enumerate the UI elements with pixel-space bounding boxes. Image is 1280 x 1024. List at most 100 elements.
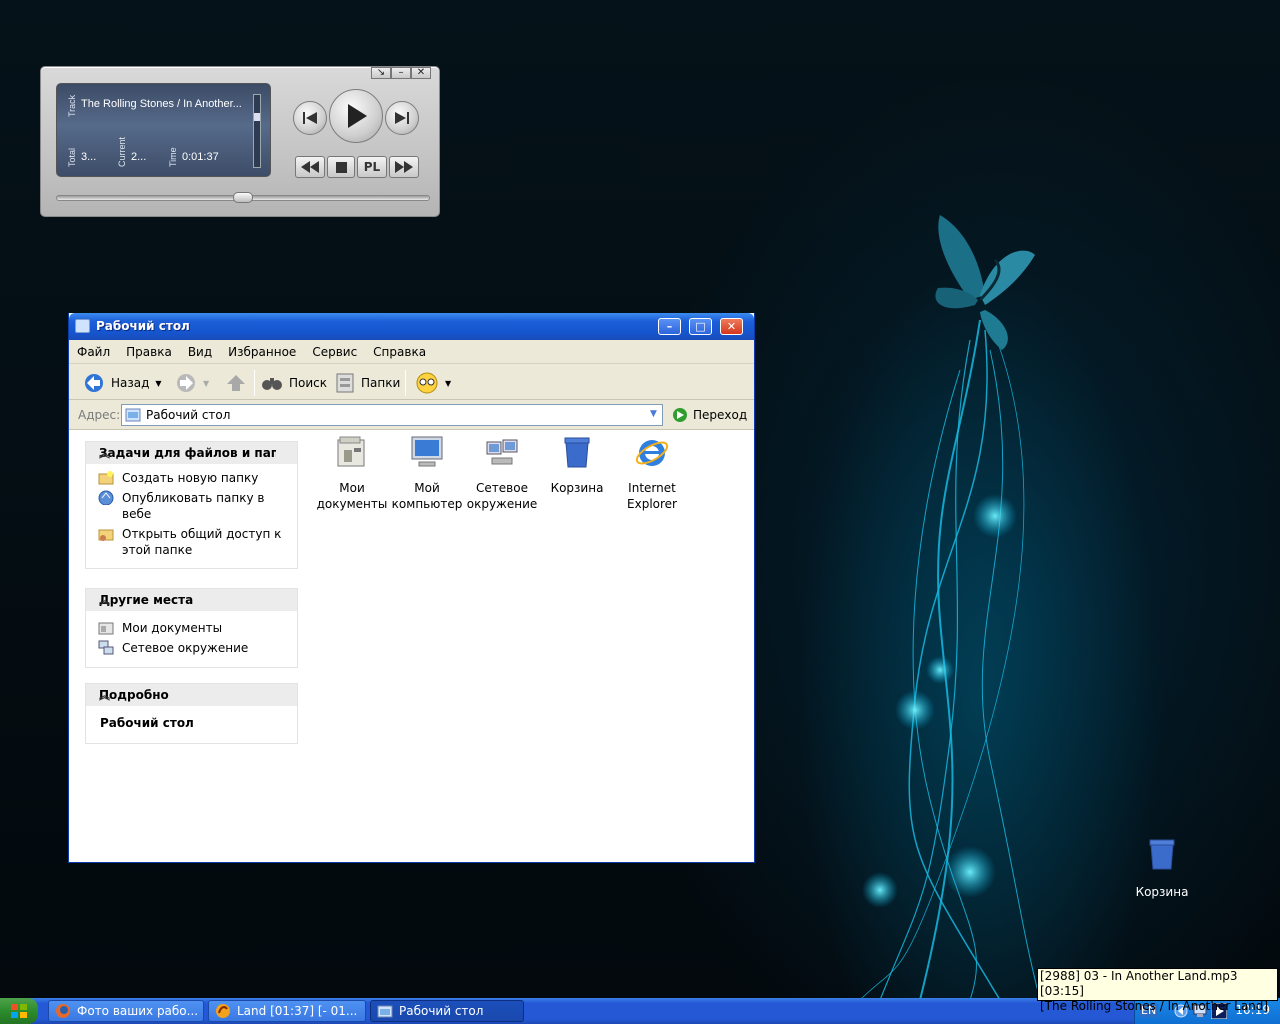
windows-logo-icon [11, 1004, 27, 1018]
volume-bar[interactable] [253, 94, 261, 168]
task-new-folder[interactable]: Создать новую папку [86, 470, 297, 486]
previous-button[interactable] [293, 101, 327, 135]
address-label: Адрес: [78, 408, 121, 422]
tooltip-line-2: [The Rolling Stones / In Another Land] [1040, 999, 1269, 1013]
file-tasks-group: Задачи для файлов и папок ︽ Создать нову… [85, 441, 298, 569]
go-button[interactable]: Переход [672, 407, 747, 423]
seek-bar[interactable] [56, 192, 430, 203]
binoculars-icon [262, 378, 282, 390]
track-label: Track [67, 94, 77, 117]
taskbar-item-firefox[interactable]: Фото ваших рабо... [48, 1000, 204, 1022]
my-documents-small-icon [98, 622, 114, 635]
new-folder-icon [98, 471, 114, 485]
file-recycle-bin[interactable]: Корзина [537, 434, 617, 496]
share-folder-icon [98, 529, 114, 541]
start-button[interactable] [0, 998, 38, 1024]
up-button[interactable] [225, 372, 247, 394]
file-label: Сетевое окружение [466, 481, 538, 511]
stop-icon [335, 161, 347, 173]
minimize-player-button[interactable]: – [391, 67, 411, 79]
file-internet-explorer[interactable]: Internet Explorer [612, 434, 692, 512]
menu-edit[interactable]: Правка [126, 345, 172, 359]
task-label: Создать новую папку [122, 471, 259, 485]
file-view: Мои документы Мой компьютер Сетевое окру… [309, 430, 754, 862]
my-documents-icon [337, 436, 365, 467]
desktop-folder-icon [125, 408, 141, 422]
maximize-button[interactable]: □ [689, 318, 712, 335]
toolbar-separator [254, 370, 255, 396]
address-field[interactable]: Рабочий стол ▼ [121, 404, 663, 426]
collapse-chevron-icon[interactable]: ︽ [99, 592, 276, 608]
collapse-chevron-icon[interactable]: ︽ [99, 445, 276, 461]
mini-mode-button[interactable]: ↘ [371, 67, 391, 79]
menu-favorites[interactable]: Избранное [228, 345, 296, 359]
file-network[interactable]: Сетевое окружение [462, 434, 542, 512]
play-icon [348, 104, 367, 128]
title-bar[interactable]: Рабочий стол – □ ✕ [69, 313, 754, 340]
address-dropdown-icon[interactable]: ▼ [650, 409, 660, 421]
minimize-button[interactable]: – [658, 318, 681, 335]
menu-tools[interactable]: Сервис [312, 345, 357, 359]
collapse-chevron-icon[interactable]: ︽ [99, 687, 276, 703]
track-title: The Rolling Stones / In Another... [81, 98, 242, 110]
task-pane: Задачи для файлов и папок ︽ Создать нову… [69, 430, 309, 862]
menu-help[interactable]: Справка [373, 345, 426, 359]
content-area: Задачи для файлов и папок ︽ Создать нову… [69, 430, 754, 862]
desktop-recycle-label: Корзина [1135, 885, 1189, 899]
file-label: Мой компьютер [391, 481, 463, 511]
back-dropdown-icon[interactable]: ▼ [155, 379, 161, 388]
search-button[interactable]: Поиск [261, 372, 327, 394]
wallpaper-flower [861, 215, 1041, 998]
task-label: Опубликовать папку в вебе [122, 491, 265, 521]
details-group: Подробно ︽ Рабочий стол [85, 683, 298, 744]
volume-knob[interactable] [254, 113, 260, 121]
other-places-header[interactable]: Другие места ︽ [86, 589, 297, 611]
total-value: 3... [81, 151, 97, 163]
ie-icon [635, 440, 669, 466]
task-label: Рабочий стол [399, 1004, 484, 1018]
close-button[interactable]: ✕ [720, 318, 743, 335]
back-button[interactable]: Назад ▼ [83, 372, 162, 394]
forward-button[interactable]: ▼ [175, 372, 209, 394]
details-header[interactable]: Подробно ︽ [86, 684, 297, 706]
file-tasks-header[interactable]: Задачи для файлов и папок ︽ [86, 442, 297, 464]
taskbar-item-player[interactable]: Land [01:37] [- 01... [208, 1000, 366, 1022]
playlist-button[interactable]: PL [357, 156, 387, 178]
folders-button[interactable]: Папки [335, 372, 400, 394]
next-button[interactable] [385, 101, 419, 135]
forward-arrow-icon [177, 374, 195, 392]
view-button[interactable]: ▼ [415, 372, 451, 394]
menu-file[interactable]: Файл [77, 345, 110, 359]
stop-button[interactable] [327, 156, 355, 178]
window-folder-icon [75, 319, 90, 333]
back-label: Назад [111, 376, 150, 390]
my-computer-icon [411, 436, 443, 467]
close-player-button[interactable]: ✕ [411, 67, 431, 79]
task-label: Фото ваших рабо... [77, 1004, 199, 1018]
search-label: Поиск [289, 376, 328, 390]
fast-forward-button[interactable] [389, 156, 419, 178]
player-icon [216, 1004, 230, 1018]
file-label: Internet Explorer [627, 481, 677, 511]
desktop-recycle-bin[interactable]: Корзина [1130, 838, 1194, 899]
window-title: Рабочий стол [96, 319, 190, 333]
previous-icon [303, 112, 317, 124]
play-button[interactable] [329, 89, 383, 143]
rewind-button[interactable] [295, 156, 325, 178]
file-my-documents[interactable]: Мои документы [312, 434, 392, 512]
go-label: Переход [693, 408, 748, 422]
current-value: 2... [131, 151, 147, 163]
place-my-documents[interactable]: Мои документы [86, 620, 297, 636]
place-network[interactable]: Сетевое окружение [86, 640, 297, 656]
file-my-computer[interactable]: Мой компьютер [387, 434, 467, 512]
menu-view[interactable]: Вид [188, 345, 212, 359]
file-label: Корзина [550, 481, 604, 495]
place-label: Сетевое окружение [122, 641, 249, 655]
task-share-folder[interactable]: Открыть общий доступ к этой папке [86, 526, 297, 558]
taskbar-item-desktop[interactable]: Рабочий стол [370, 1000, 524, 1022]
seek-thumb[interactable] [233, 192, 253, 203]
network-small-icon [98, 640, 114, 655]
folders-icon [336, 373, 354, 393]
task-publish-folder[interactable]: Опубликовать папку в вебе [86, 490, 297, 522]
go-arrow-icon [673, 408, 687, 422]
